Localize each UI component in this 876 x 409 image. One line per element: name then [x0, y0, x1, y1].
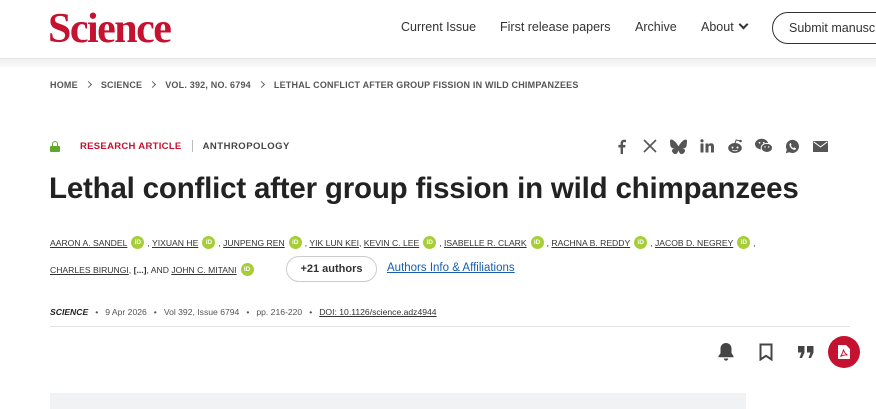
orcid-icon[interactable]: iD	[737, 236, 751, 249]
author-list-line2: CHARLES BIRUNGI, [...], AND JOHN C. MITA…	[50, 263, 257, 277]
chevron-right-icon	[257, 80, 265, 89]
share-bar	[612, 137, 840, 155]
article-type: RESEARCH ARTICLE	[80, 140, 182, 152]
linkedin-icon[interactable]	[698, 137, 716, 155]
submit-manuscript-button[interactable]: Submit manuscript	[772, 12, 876, 44]
whatsapp-icon[interactable]	[783, 137, 801, 155]
divider	[191, 140, 193, 152]
breadcrumb-home[interactable]: HOME	[50, 80, 78, 90]
article-meta: RESEARCH ARTICLE ANTHROPOLOGY	[50, 140, 290, 152]
page-range: pp. 216-220	[256, 307, 303, 317]
author-name[interactable]: YIXUAN HE	[152, 238, 198, 248]
article-tools	[700, 336, 860, 368]
nav-first-release[interactable]: First release papers	[500, 20, 610, 34]
nav-archive[interactable]: Archive	[635, 20, 677, 34]
science-logo[interactable]: Science	[48, 7, 172, 51]
journal-name: SCIENCE	[50, 307, 89, 317]
chevron-right-icon	[149, 80, 157, 89]
chevron-right-icon	[84, 80, 92, 89]
divider	[50, 326, 850, 327]
orcid-icon[interactable]: iD	[240, 263, 254, 276]
article-subject[interactable]: ANTHROPOLOGY	[203, 141, 290, 152]
pdf-icon	[838, 345, 850, 359]
author-list: AARON A. SANDEL iD, YIXUAN HE iD, JUNPENG …	[50, 236, 756, 249]
author-name[interactable]: ISABELLE R. CLARK	[444, 238, 527, 248]
orcid-icon[interactable]: iD	[423, 236, 437, 249]
orcid-icon[interactable]: iD	[634, 236, 648, 249]
lock-open-icon	[50, 140, 60, 152]
nav-about[interactable]: About	[701, 19, 749, 34]
author-name[interactable]: RACHNA B. REDDY	[551, 238, 630, 248]
quote-icon[interactable]	[792, 337, 820, 367]
breadcrumb: HOME SCIENCE VOL. 392, NO. 6794 LETHAL CONF…	[50, 80, 579, 90]
nav-current-issue[interactable]: Current Issue	[401, 20, 476, 34]
facebook-icon[interactable]	[612, 137, 630, 155]
author-name[interactable]: JOHN C. MITANI	[171, 265, 236, 275]
reddit-icon[interactable]	[726, 137, 744, 155]
chevron-down-icon	[738, 19, 749, 30]
nav-about-label: About	[701, 20, 734, 34]
author-name[interactable]: AARON A. SANDEL	[50, 238, 127, 248]
authors-affiliations-link[interactable]: Authors Info & Affiliations	[387, 262, 515, 274]
author-and: , AND	[146, 264, 169, 275]
more-authors-button[interactable]: +21 authors	[286, 256, 377, 282]
author-name[interactable]: CHARLES BIRUNGI	[50, 265, 129, 275]
wechat-icon[interactable]	[754, 137, 773, 155]
issue-info[interactable]: Vol 392, Issue 6794	[164, 307, 240, 317]
orcid-icon[interactable]: iD	[288, 236, 302, 249]
author-name[interactable]: JACOB D. NEGREY	[655, 238, 733, 248]
orcid-icon[interactable]: iD	[530, 236, 544, 249]
article-title: Lethal conflict after group fission in w…	[49, 172, 799, 205]
bell-icon[interactable]	[712, 337, 740, 367]
author-name[interactable]: JUNPENG REN	[223, 238, 285, 248]
author-name[interactable]: YIK LUN KEI	[309, 238, 359, 248]
bluesky-icon[interactable]	[669, 137, 687, 155]
breadcrumb-volume[interactable]: VOL. 392, NO. 6794	[165, 80, 251, 90]
site-header: Science Current Issue First release pape…	[0, 0, 876, 59]
bookmark-icon[interactable]	[752, 337, 780, 367]
pdf-download-button[interactable]	[828, 336, 860, 368]
publication-date: 9 Apr 2026	[105, 307, 147, 317]
email-icon[interactable]	[812, 137, 830, 155]
orcid-icon[interactable]: iD	[131, 236, 145, 249]
breadcrumb-science[interactable]: SCIENCE	[101, 80, 142, 90]
breadcrumb-current: LETHAL CONFLICT AFTER GROUP FISSION IN W…	[273, 80, 579, 90]
content-box	[50, 393, 746, 409]
publication-info: SCIENCE • 9 Apr 2026 • Vol 392, Issue 6794 • p…	[50, 307, 437, 317]
orcid-icon[interactable]: iD	[202, 236, 216, 249]
doi-link[interactable]: DOI: 10.1126/science.adz4944	[319, 307, 436, 317]
author-ellipsis[interactable]: [...]	[134, 265, 147, 275]
author-name[interactable]: KEVIN C. LEE	[364, 238, 419, 248]
header-shadow-band	[0, 59, 876, 67]
x-icon[interactable]	[641, 137, 659, 155]
